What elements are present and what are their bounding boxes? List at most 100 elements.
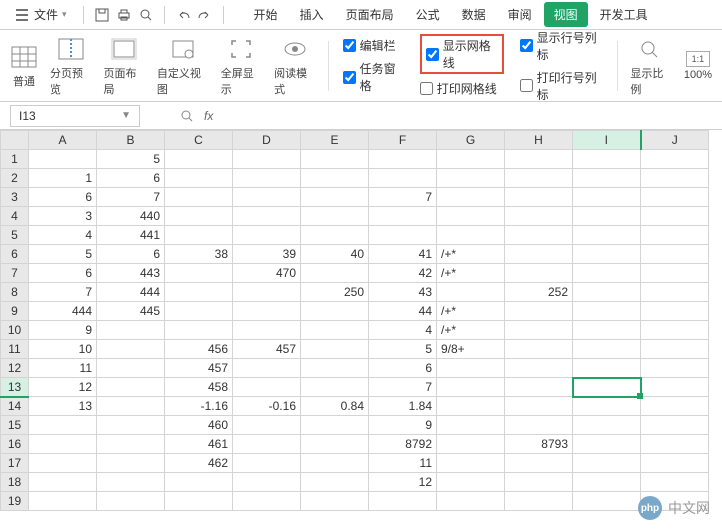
cell-G19[interactable]	[437, 492, 505, 511]
cell-D12[interactable]	[233, 359, 301, 378]
cell-G18[interactable]	[437, 473, 505, 492]
row-header-10[interactable]: 10	[1, 321, 29, 340]
cell-G1[interactable]	[437, 150, 505, 169]
cell-G12[interactable]	[437, 359, 505, 378]
cell-A17[interactable]	[29, 454, 97, 473]
cell-D13[interactable]	[233, 378, 301, 397]
search-icon[interactable]	[180, 109, 194, 123]
cell-E4[interactable]	[301, 207, 369, 226]
cell-E11[interactable]	[301, 340, 369, 359]
cell-J8[interactable]	[641, 283, 709, 302]
cell-D4[interactable]	[233, 207, 301, 226]
preview-icon[interactable]	[138, 7, 154, 23]
page-preview-button[interactable]: 分页预览	[46, 35, 95, 97]
cell-F6[interactable]: 41	[369, 245, 437, 264]
cell-J13[interactable]	[641, 378, 709, 397]
cell-H3[interactable]	[505, 188, 573, 207]
cell-H7[interactable]	[505, 264, 573, 283]
cell-G4[interactable]	[437, 207, 505, 226]
cell-F4[interactable]	[369, 207, 437, 226]
tab-formula[interactable]: 公式	[406, 2, 450, 27]
cell-D8[interactable]	[233, 283, 301, 302]
cell-H15[interactable]	[505, 416, 573, 435]
cell-C8[interactable]	[165, 283, 233, 302]
cell-E16[interactable]	[301, 435, 369, 454]
formula-bar-checkbox[interactable]: 编辑栏	[343, 37, 404, 54]
cell-I1[interactable]	[573, 150, 641, 169]
cell-C12[interactable]: 457	[165, 359, 233, 378]
cell-F18[interactable]: 12	[369, 473, 437, 492]
cell-B19[interactable]	[97, 492, 165, 511]
read-mode-button[interactable]: 阅读模式	[270, 35, 319, 97]
cell-C17[interactable]: 462	[165, 454, 233, 473]
cell-D2[interactable]	[233, 169, 301, 188]
cell-I9[interactable]	[573, 302, 641, 321]
cell-D6[interactable]: 39	[233, 245, 301, 264]
cell-I11[interactable]	[573, 340, 641, 359]
cell-F10[interactable]: 4	[369, 321, 437, 340]
cell-H16[interactable]: 8793	[505, 435, 573, 454]
cell-C10[interactable]	[165, 321, 233, 340]
cell-J16[interactable]	[641, 435, 709, 454]
cell-B8[interactable]: 444	[97, 283, 165, 302]
tab-start[interactable]: 开始	[244, 2, 288, 27]
cell-D3[interactable]	[233, 188, 301, 207]
cell-I7[interactable]	[573, 264, 641, 283]
cell-I18[interactable]	[573, 473, 641, 492]
cell-G8[interactable]	[437, 283, 505, 302]
cell-A2[interactable]: 1	[29, 169, 97, 188]
cell-H8[interactable]: 252	[505, 283, 573, 302]
cell-B18[interactable]	[97, 473, 165, 492]
cell-E9[interactable]	[301, 302, 369, 321]
cell-H12[interactable]	[505, 359, 573, 378]
cell-H14[interactable]	[505, 397, 573, 416]
cell-J5[interactable]	[641, 226, 709, 245]
cell-H13[interactable]	[505, 378, 573, 397]
cell-D19[interactable]	[233, 492, 301, 511]
cell-B4[interactable]: 440	[97, 207, 165, 226]
cell-I5[interactable]	[573, 226, 641, 245]
cell-E7[interactable]	[301, 264, 369, 283]
cell-A12[interactable]: 11	[29, 359, 97, 378]
cell-F9[interactable]: 44	[369, 302, 437, 321]
cell-D9[interactable]	[233, 302, 301, 321]
cell-G7[interactable]: /+*	[437, 264, 505, 283]
cell-F1[interactable]	[369, 150, 437, 169]
row-header-8[interactable]: 8	[1, 283, 29, 302]
cell-J4[interactable]	[641, 207, 709, 226]
row-header-15[interactable]: 15	[1, 416, 29, 435]
cell-F19[interactable]	[369, 492, 437, 511]
cell-E10[interactable]	[301, 321, 369, 340]
cell-H6[interactable]	[505, 245, 573, 264]
cell-H1[interactable]	[505, 150, 573, 169]
cell-C18[interactable]	[165, 473, 233, 492]
cell-B3[interactable]: 7	[97, 188, 165, 207]
cell-C19[interactable]	[165, 492, 233, 511]
cell-B12[interactable]	[97, 359, 165, 378]
cell-C11[interactable]: 456	[165, 340, 233, 359]
cell-B9[interactable]: 445	[97, 302, 165, 321]
cell-F15[interactable]: 9	[369, 416, 437, 435]
fx-icon[interactable]: fx	[204, 109, 213, 123]
print-icon[interactable]	[116, 7, 132, 23]
cell-J2[interactable]	[641, 169, 709, 188]
cell-E1[interactable]	[301, 150, 369, 169]
cell-I6[interactable]	[573, 245, 641, 264]
cell-I15[interactable]	[573, 416, 641, 435]
cell-A1[interactable]	[29, 150, 97, 169]
cell-A9[interactable]: 444	[29, 302, 97, 321]
cell-A19[interactable]	[29, 492, 97, 511]
cell-H19[interactable]	[505, 492, 573, 511]
cell-C9[interactable]	[165, 302, 233, 321]
col-header-E[interactable]: E	[301, 131, 369, 150]
col-header-B[interactable]: B	[97, 131, 165, 150]
task-pane-checkbox[interactable]: 任务窗格	[343, 60, 404, 94]
row-header-19[interactable]: 19	[1, 492, 29, 511]
cell-F12[interactable]: 6	[369, 359, 437, 378]
cell-D16[interactable]	[233, 435, 301, 454]
cell-I17[interactable]	[573, 454, 641, 473]
cell-B1[interactable]: 5	[97, 150, 165, 169]
col-header-D[interactable]: D	[233, 131, 301, 150]
col-header-F[interactable]: F	[369, 131, 437, 150]
cell-E17[interactable]	[301, 454, 369, 473]
